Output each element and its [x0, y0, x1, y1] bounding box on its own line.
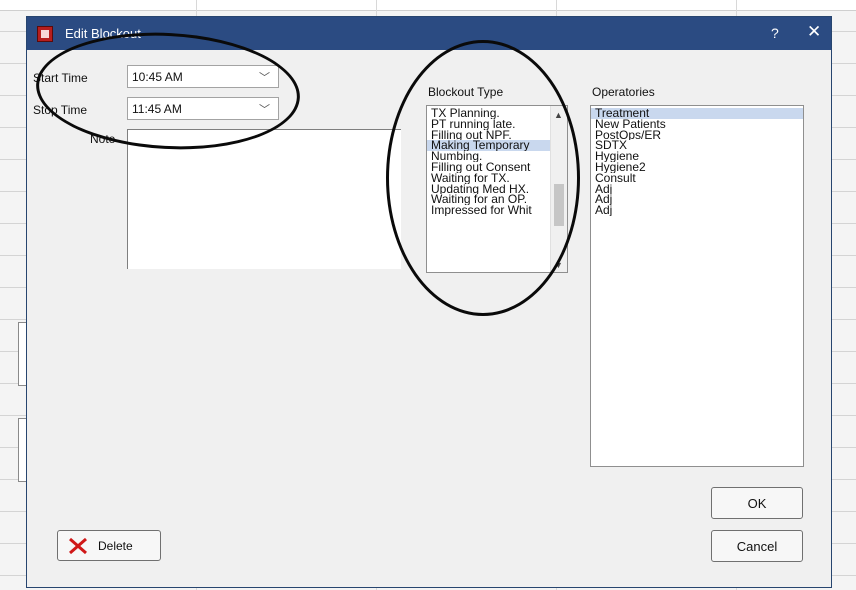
note-textarea[interactable]: [127, 129, 401, 269]
scroll-thumb[interactable]: [554, 184, 564, 226]
title-bar[interactable]: Edit Blockout ? ✕: [27, 17, 831, 50]
list-item[interactable]: Numbing.: [427, 151, 567, 162]
blockout-type-label: Blockout Type: [428, 85, 504, 99]
blockout-type-listbox[interactable]: TX Planning. PT running late. Filling out …: [426, 105, 568, 273]
list-item[interactable]: Impressed for Whit: [427, 205, 567, 216]
stop-time-dropdown[interactable]: 11:45 AM ﹀: [127, 97, 279, 120]
cancel-button-label: Cancel: [736, 539, 778, 554]
ok-button-label: OK: [747, 496, 767, 511]
help-button[interactable]: ?: [771, 25, 779, 41]
list-item[interactable]: Adj: [591, 194, 803, 205]
list-item[interactable]: Making Temporary: [427, 140, 567, 152]
start-time-dropdown[interactable]: 10:45 AM ﹀: [127, 65, 279, 88]
list-item[interactable]: Treatment: [591, 108, 803, 119]
stop-time-label: Stop Time: [33, 103, 88, 117]
list-item[interactable]: Waiting for an OP.: [427, 194, 567, 205]
cancel-button[interactable]: Cancel: [711, 530, 803, 562]
delete-button-label: Delete: [98, 539, 133, 553]
list-item[interactable]: Filling out Consent: [427, 162, 567, 173]
scroll-up-icon[interactable]: ▲: [554, 110, 563, 120]
blockout-type-scrollbar[interactable]: ▲ ▼: [550, 106, 567, 272]
start-time-value: 10:45 AM: [132, 70, 183, 84]
list-item[interactable]: Hygiene: [591, 151, 803, 162]
list-item[interactable]: TX Planning.: [427, 108, 567, 119]
list-item[interactable]: Waiting for TX.: [427, 173, 567, 184]
edit-blockout-dialog: Edit Blockout ? ✕ Start Time 10:45 AM ﹀ …: [26, 16, 832, 588]
list-item[interactable]: Adj: [591, 184, 803, 195]
list-item[interactable]: Consult: [591, 173, 803, 184]
stop-time-value: 11:45 AM: [132, 102, 182, 116]
start-time-label: Start Time: [33, 71, 88, 85]
list-item[interactable]: Hygiene2: [591, 162, 803, 173]
ok-button[interactable]: OK: [711, 487, 803, 519]
background-header-strip: [0, 0, 856, 11]
list-item[interactable]: Updating Med HX.: [427, 184, 567, 195]
close-button[interactable]: ✕: [807, 22, 821, 42]
list-item[interactable]: Filling out NPF.: [427, 130, 567, 141]
list-item[interactable]: Adj: [591, 205, 803, 216]
window-title: Edit Blockout: [65, 26, 141, 41]
chevron-down-icon: ﹀: [259, 104, 270, 116]
list-item[interactable]: PostOps/ER: [591, 130, 803, 141]
calendar-icon: [37, 26, 53, 42]
scroll-down-icon[interactable]: ▼: [554, 260, 563, 270]
list-item[interactable]: PT running late.: [427, 119, 567, 130]
operatories-label: Operatories: [592, 85, 655, 99]
red-x-icon: [69, 537, 87, 555]
delete-button[interactable]: Delete: [57, 530, 161, 561]
note-label: Note: [90, 132, 116, 146]
list-item[interactable]: SDTX: [591, 140, 803, 151]
list-item[interactable]: New Patients: [591, 119, 803, 130]
chevron-down-icon: ﹀: [259, 72, 270, 84]
operatories-listbox[interactable]: Treatment New Patients PostOps/ER SDTX Hygie…: [590, 105, 804, 467]
